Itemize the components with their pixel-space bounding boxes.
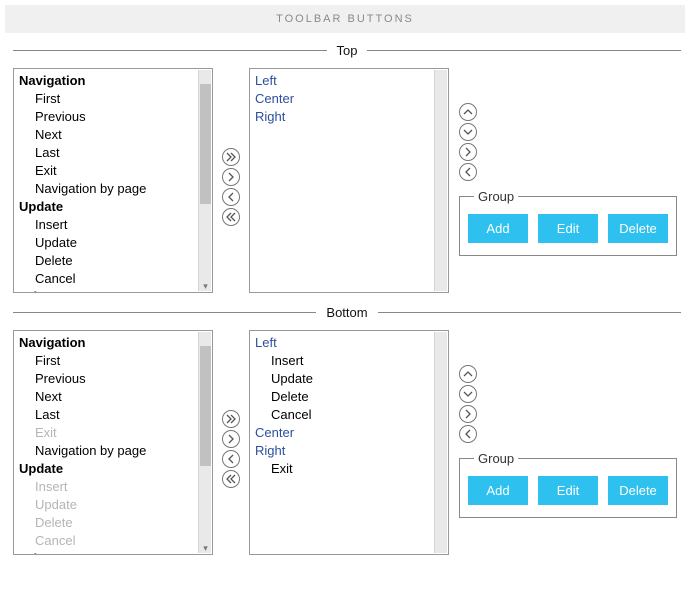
list-item[interactable]: Previous (17, 370, 198, 388)
list-item[interactable]: Last (17, 144, 198, 162)
group-add-button[interactable]: Add (468, 476, 528, 505)
move-left-button[interactable] (222, 188, 240, 206)
list-item[interactable]: First (17, 352, 198, 370)
group-add-button[interactable]: Add (468, 214, 528, 243)
list-item[interactable]: Cancel (17, 532, 198, 550)
bottom-move-buttons (219, 330, 243, 488)
list-item[interactable]: Cancel (17, 270, 198, 288)
scrollbar-thumb[interactable] (200, 346, 211, 466)
group-legend: Group (474, 189, 518, 204)
move-all-left-button[interactable] (222, 470, 240, 488)
scrollbar[interactable]: ▾ (198, 332, 211, 553)
scroll-down-icon[interactable]: ▾ (201, 282, 210, 290)
list-item[interactable]: Left (253, 72, 434, 90)
top-target-list[interactable]: LeftCenterRight (249, 68, 449, 293)
group-edit-button[interactable]: Edit (538, 214, 598, 243)
section-bottom: Bottom NavigationFirstPreviousNextLastEx… (13, 305, 681, 555)
list-item[interactable]: Exit (253, 460, 434, 478)
order-down-button[interactable] (459, 385, 477, 403)
move-all-right-button[interactable] (222, 410, 240, 428)
list-item[interactable]: Delete (253, 388, 434, 406)
top-controls: Group Add Edit Delete (455, 68, 681, 256)
group-edit-button[interactable]: Edit (538, 476, 598, 505)
move-left-button[interactable] (222, 450, 240, 468)
bottom-source-list[interactable]: NavigationFirstPreviousNextLastExitNavig… (13, 330, 213, 555)
order-top-button[interactable] (459, 103, 477, 121)
scrollbar[interactable] (434, 70, 447, 291)
list-item[interactable]: Others (17, 550, 198, 555)
list-item[interactable]: Exit (17, 424, 198, 442)
list-item[interactable]: Insert (17, 478, 198, 496)
list-item[interactable]: Navigation (17, 334, 198, 352)
section-top: Top NavigationFirstPreviousNextLastExitN… (13, 43, 681, 293)
section-top-legend: Top (327, 43, 368, 58)
list-item[interactable]: Center (253, 90, 434, 108)
move-all-right-button[interactable] (222, 148, 240, 166)
move-right-button[interactable] (222, 430, 240, 448)
list-item[interactable]: Right (253, 108, 434, 126)
top-group-box: Group Add Edit Delete (459, 189, 677, 256)
scrollbar-thumb[interactable] (200, 84, 211, 204)
order-down-button[interactable] (459, 123, 477, 141)
list-item[interactable]: First (17, 90, 198, 108)
list-item[interactable]: Left (253, 334, 434, 352)
list-item[interactable]: Navigation (17, 72, 198, 90)
group-delete-button[interactable]: Delete (608, 476, 668, 505)
order-left-button[interactable] (459, 425, 477, 443)
list-item[interactable]: Update (253, 370, 434, 388)
list-item[interactable]: Cancel (253, 406, 434, 424)
move-right-button[interactable] (222, 168, 240, 186)
order-right-button[interactable] (459, 143, 477, 161)
list-item[interactable]: Insert (253, 352, 434, 370)
top-move-buttons (219, 68, 243, 226)
banner: TOOLBAR BUTTONS (5, 5, 685, 33)
section-bottom-legend: Bottom (316, 305, 377, 320)
list-item[interactable]: Update (17, 460, 198, 478)
list-item[interactable]: Next (17, 388, 198, 406)
list-item[interactable]: Right (253, 442, 434, 460)
list-item[interactable]: Others (17, 288, 198, 293)
order-top-button[interactable] (459, 365, 477, 383)
group-delete-button[interactable]: Delete (608, 214, 668, 243)
list-item[interactable]: Insert (17, 216, 198, 234)
order-left-button[interactable] (459, 163, 477, 181)
list-item[interactable]: Center (253, 424, 434, 442)
list-item[interactable]: Navigation by page (17, 442, 198, 460)
move-all-left-button[interactable] (222, 208, 240, 226)
group-legend: Group (474, 451, 518, 466)
bottom-group-box: Group Add Edit Delete (459, 451, 677, 518)
scrollbar[interactable]: ▾ (198, 70, 211, 291)
list-item[interactable]: Delete (17, 514, 198, 532)
list-item[interactable]: Navigation by page (17, 180, 198, 198)
list-item[interactable]: Previous (17, 108, 198, 126)
bottom-target-list[interactable]: LeftInsertUpdateDeleteCancelCenterRightE… (249, 330, 449, 555)
list-item[interactable]: Last (17, 406, 198, 424)
list-item[interactable]: Next (17, 126, 198, 144)
top-source-list[interactable]: NavigationFirstPreviousNextLastExitNavig… (13, 68, 213, 293)
list-item[interactable]: Update (17, 496, 198, 514)
scrollbar[interactable] (434, 332, 447, 553)
order-right-button[interactable] (459, 405, 477, 423)
bottom-controls: Group Add Edit Delete (455, 330, 681, 518)
list-item[interactable]: Exit (17, 162, 198, 180)
list-item[interactable]: Delete (17, 252, 198, 270)
list-item[interactable]: Update (17, 198, 198, 216)
scroll-down-icon[interactable]: ▾ (201, 544, 210, 552)
list-item[interactable]: Update (17, 234, 198, 252)
